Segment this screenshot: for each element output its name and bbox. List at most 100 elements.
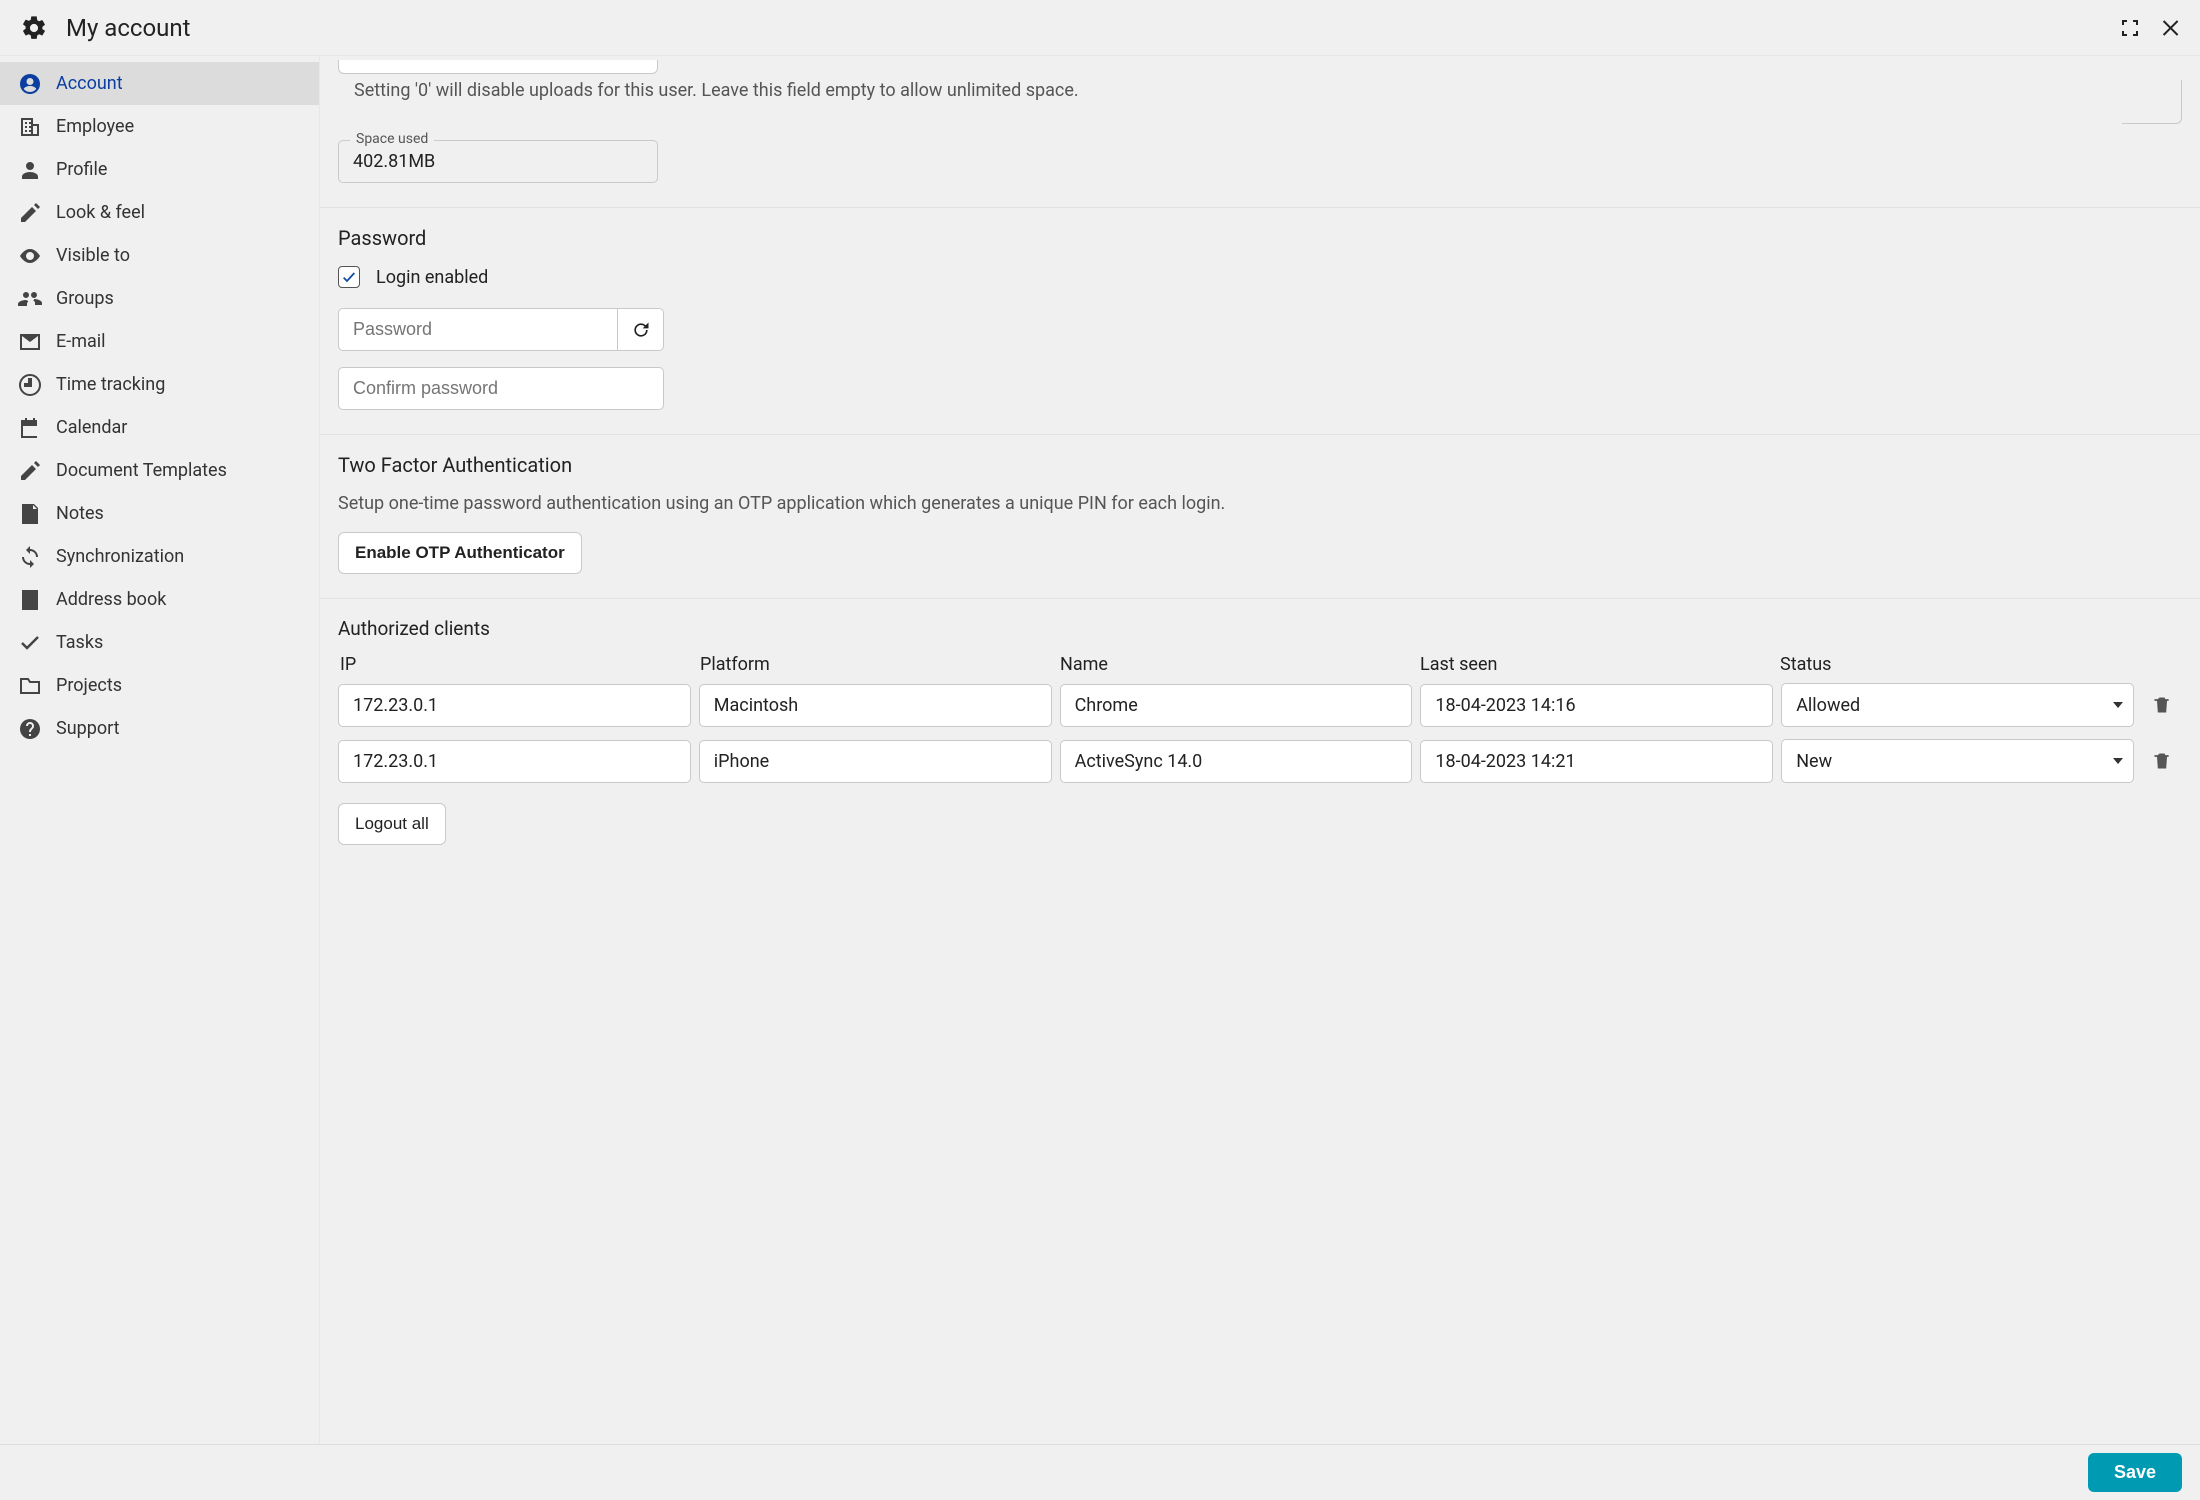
password-panel: Password Login enabled — [320, 208, 2200, 435]
field-fragment — [2122, 80, 2182, 124]
fullscreen-icon[interactable] — [2118, 16, 2142, 40]
main-content: Setting '0' will disable uploads for thi… — [320, 56, 2200, 1444]
sidebar-item-label: Employee — [56, 116, 301, 137]
sidebar-item-label: Address book — [56, 589, 301, 610]
chevron-down-icon — [2113, 702, 2123, 708]
clients-table-head: IP Platform Name Last seen Status — [338, 654, 2182, 675]
sidebar-item-label: Time tracking — [56, 374, 301, 395]
password-title: Password — [338, 226, 2182, 250]
status-value: Allowed — [1796, 695, 1860, 716]
col-platform: Platform — [700, 654, 1052, 675]
sidebar-item-visible-to[interactable]: Visible to — [0, 234, 319, 277]
sidebar-item-notes[interactable]: Notes — [0, 492, 319, 535]
check-icon — [18, 631, 42, 655]
sidebar: Account Employee Profile Look & feel Vis… — [0, 56, 320, 1444]
generate-password-button[interactable] — [618, 308, 664, 351]
save-button[interactable]: Save — [2088, 1453, 2182, 1492]
cell-last-seen: 18-04-2023 14:21 — [1420, 740, 1773, 783]
account-circle-icon — [18, 72, 42, 96]
sidebar-item-sync[interactable]: Synchronization — [0, 535, 319, 578]
login-enabled-checkbox[interactable] — [338, 266, 360, 288]
sidebar-item-label: E-mail — [56, 331, 301, 352]
sidebar-item-address-book[interactable]: Address book — [0, 578, 319, 621]
close-icon[interactable] — [2160, 16, 2184, 40]
person-icon — [18, 158, 42, 182]
note-icon — [18, 502, 42, 526]
col-name: Name — [1060, 654, 1412, 675]
sidebar-item-label: Notes — [56, 503, 301, 524]
delete-client-button[interactable] — [2142, 695, 2182, 715]
sidebar-item-label: Profile — [56, 159, 301, 180]
status-select[interactable]: New — [1781, 739, 2134, 783]
sidebar-item-email[interactable]: E-mail — [0, 320, 319, 363]
sidebar-item-calendar[interactable]: Calendar — [0, 406, 319, 449]
cell-name: ActiveSync 14.0 — [1060, 740, 1413, 783]
gear-icon — [20, 14, 48, 42]
col-status: Status — [1780, 654, 2132, 675]
sidebar-item-label: Account — [56, 73, 301, 94]
sidebar-item-label: Synchronization — [56, 546, 301, 567]
eye-icon — [18, 244, 42, 268]
sidebar-item-profile[interactable]: Profile — [0, 148, 319, 191]
tfa-desc: Setup one-time password authentication u… — [338, 493, 2182, 514]
sidebar-item-label: Calendar — [56, 417, 301, 438]
sync-icon — [18, 545, 42, 569]
sidebar-item-label: Groups — [56, 288, 301, 309]
tfa-title: Two Factor Authentication — [338, 453, 2182, 477]
disk-panel: Setting '0' will disable uploads for thi… — [320, 56, 2200, 208]
login-enabled-label: Login enabled — [376, 267, 488, 288]
status-value: New — [1796, 751, 1832, 772]
sidebar-item-time-tracking[interactable]: Time tracking — [0, 363, 319, 406]
col-ip: IP — [340, 654, 692, 675]
calendar-icon — [18, 416, 42, 440]
sidebar-item-label: Document Templates — [56, 460, 301, 481]
space-used-label: Space used — [350, 131, 434, 147]
cell-ip: 172.23.0.1 — [338, 684, 691, 727]
col-last-seen: Last seen — [1420, 654, 1772, 675]
templates-icon — [18, 459, 42, 483]
clients-table-row: 172.23.0.1 iPhone ActiveSync 14.0 18-04-… — [338, 739, 2182, 783]
group-icon — [18, 287, 42, 311]
sidebar-item-label: Look & feel — [56, 202, 301, 223]
sidebar-item-tasks[interactable]: Tasks — [0, 621, 319, 664]
cell-ip: 172.23.0.1 — [338, 740, 691, 783]
clock-icon — [18, 373, 42, 397]
sidebar-item-label: Tasks — [56, 632, 301, 653]
help-icon — [18, 717, 42, 741]
sidebar-item-label: Visible to — [56, 245, 301, 266]
tfa-panel: Two Factor Authentication Setup one-time… — [320, 435, 2200, 599]
status-select[interactable]: Allowed — [1781, 683, 2134, 727]
sidebar-item-account[interactable]: Account — [0, 62, 319, 105]
sidebar-item-look-feel[interactable]: Look & feel — [0, 191, 319, 234]
cell-platform: iPhone — [699, 740, 1052, 783]
delete-client-button[interactable] — [2142, 751, 2182, 771]
sidebar-item-employee[interactable]: Employee — [0, 105, 319, 148]
window-header: My account — [0, 0, 2200, 56]
sidebar-item-label: Projects — [56, 675, 301, 696]
disk-quota-hint: Setting '0' will disable uploads for thi… — [338, 80, 2102, 101]
chevron-down-icon — [2113, 758, 2123, 764]
logout-all-button[interactable]: Logout all — [338, 803, 446, 845]
sidebar-item-groups[interactable]: Groups — [0, 277, 319, 320]
cell-last-seen: 18-04-2023 14:16 — [1420, 684, 1773, 727]
sidebar-item-doc-templates[interactable]: Document Templates — [0, 449, 319, 492]
enable-otp-button[interactable]: Enable OTP Authenticator — [338, 532, 582, 574]
sidebar-item-label: Support — [56, 718, 301, 739]
sidebar-item-support[interactable]: Support — [0, 707, 319, 750]
cell-platform: Macintosh — [699, 684, 1052, 727]
confirm-password-input[interactable] — [338, 367, 664, 410]
building-icon — [18, 115, 42, 139]
cell-name: Chrome — [1060, 684, 1413, 727]
contacts-icon — [18, 588, 42, 612]
mail-icon — [18, 330, 42, 354]
style-icon — [18, 201, 42, 225]
clients-table-row: 172.23.0.1 Macintosh Chrome 18-04-2023 1… — [338, 683, 2182, 727]
window-title: My account — [66, 14, 190, 42]
sidebar-item-projects[interactable]: Projects — [0, 664, 319, 707]
folder-icon — [18, 674, 42, 698]
password-input[interactable] — [338, 308, 618, 351]
disk-quota-input-fragment[interactable] — [338, 60, 658, 74]
footer: Save — [0, 1444, 2200, 1500]
clients-panel: Authorized clients IP Platform Name Last… — [320, 599, 2200, 869]
clients-title: Authorized clients — [338, 617, 2182, 640]
